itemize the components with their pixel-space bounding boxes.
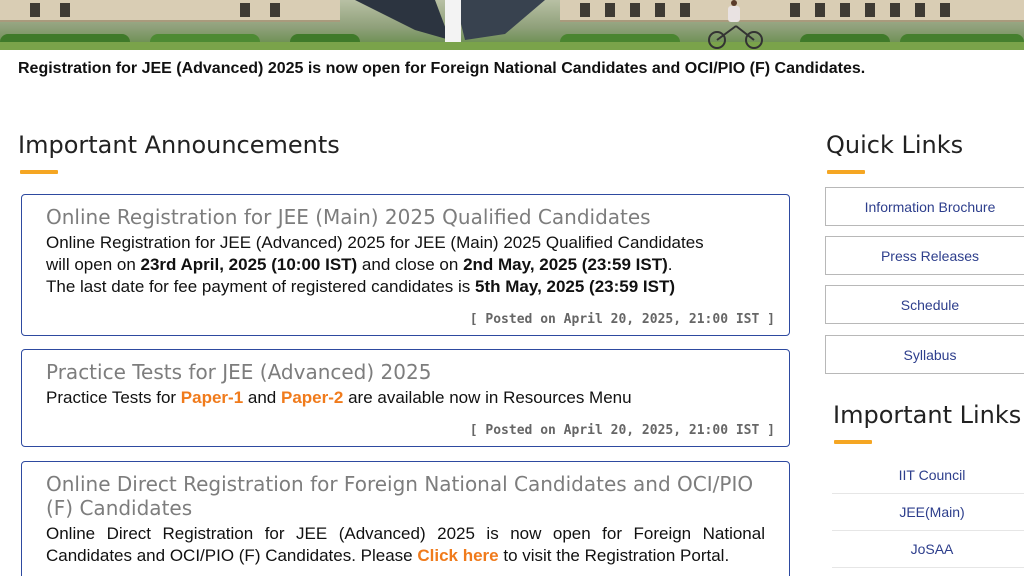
quick-link-press-releases[interactable]: Press Releases [825,236,1024,275]
posted-timestamp: [ Posted on April 20, 2025, 21:00 IST ] [469,312,775,327]
quick-links-heading: Quick Links [826,131,964,159]
announcements-heading: Important Announcements [18,131,340,159]
paper-2-link[interactable]: Paper-2 [281,388,343,407]
important-link-iit-council[interactable]: IIT Council [832,457,1024,494]
announcement-body: Practice Tests for Paper-1 and Paper-2 a… [46,388,632,407]
announcement-title: Online Direct Registration for Foreign N… [46,472,754,520]
sculpture-image [355,0,545,42]
paper-1-link[interactable]: Paper-1 [181,388,243,407]
announcement-card: Online Direct Registration for Foreign N… [21,461,790,576]
announcement-card: Online Registration for JEE (Main) 2025 … [21,194,790,336]
cyclist-image [708,0,763,49]
registration-portal-link[interactable]: Click here [417,546,498,565]
quick-link-schedule[interactable]: Schedule [825,285,1024,324]
announcement-title: Online Registration for JEE (Main) 2025 … [46,205,651,229]
important-links-heading-underline [834,440,872,444]
quick-link-information-brochure[interactable]: Information Brochure [825,187,1024,226]
announcement-title: Practice Tests for JEE (Advanced) 2025 [46,360,432,384]
important-link-jee-main[interactable]: JEE(Main) [832,494,1024,531]
posted-timestamp: [ Posted on April 20, 2025, 21:00 IST ] [469,423,775,438]
announcement-body: Online Registration for JEE (Advanced) 2… [46,233,704,296]
announcement-body: Online Direct Registration for JEE (Adva… [46,524,765,565]
announcements-heading-underline [20,170,58,174]
announcement-card: Practice Tests for JEE (Advanced) 2025 P… [21,349,790,447]
registration-notice: Registration for JEE (Advanced) 2025 is … [18,60,866,77]
important-links-heading: Important Links [833,401,1022,429]
important-link-josaa[interactable]: JoSAA [832,531,1024,568]
quick-link-syllabus[interactable]: Syllabus [825,335,1024,374]
building-left [0,0,340,22]
header-banner-photo [0,0,1024,50]
quick-links-heading-underline [827,170,865,174]
